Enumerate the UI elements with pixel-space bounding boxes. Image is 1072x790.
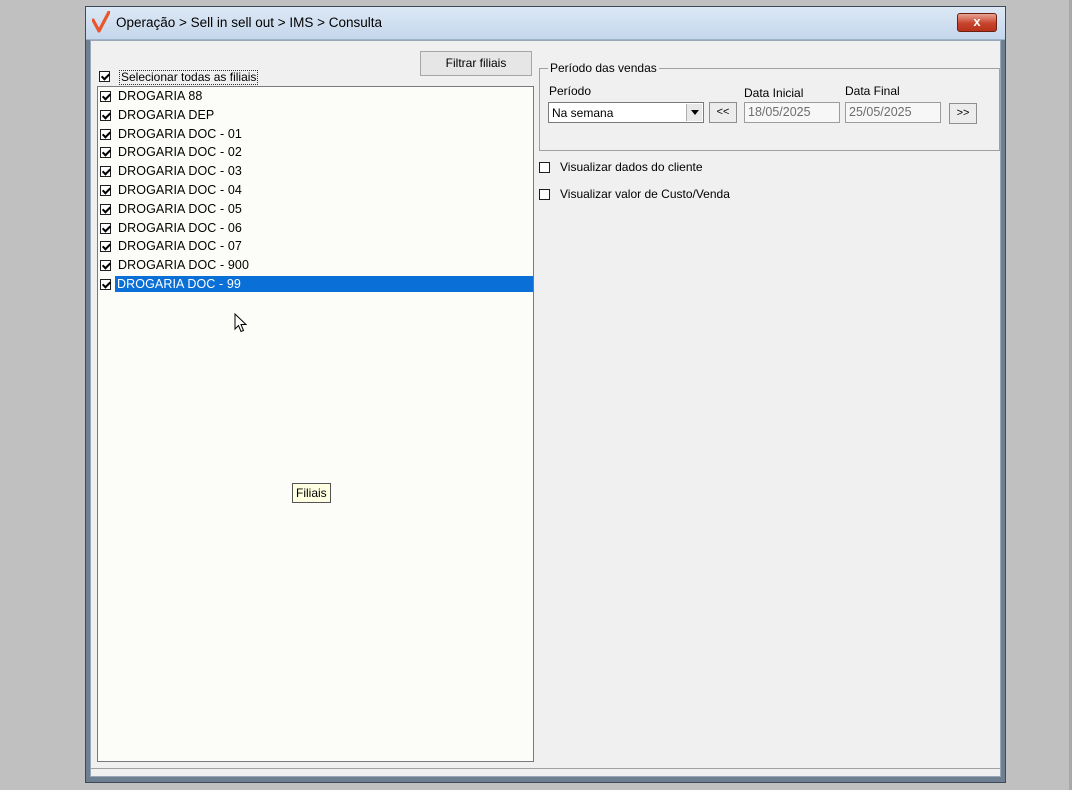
next-period-button[interactable]: >> [949,103,977,124]
visualizar-dados-cliente-label[interactable]: Visualizar dados do cliente [560,160,703,174]
item-label: DROGARIA DOC - 900 [118,258,249,273]
item-label: DROGARIA DEP [118,107,215,122]
data-final-label: Data Final [845,84,900,98]
item-label: DROGARIA DOC - 04 [118,183,242,197]
item-checkbox[interactable] [100,203,111,215]
item-checkbox[interactable] [100,91,111,102]
list-item[interactable]: DROGARIA DOC - 05 [98,200,533,218]
previous-period-button[interactable]: << [709,102,737,123]
item-label: DROGARIA DOC - 01 [118,126,242,141]
close-button[interactable]: x [957,13,997,32]
item-checkbox[interactable] [100,166,111,178]
visualizar-dados-cliente-checkbox[interactable] [539,162,550,173]
item-checkbox[interactable] [100,185,111,196]
list-item[interactable]: DROGARIA DOC - 03 [98,162,533,180]
item-checkbox[interactable] [100,222,111,234]
title-bar[interactable]: Operação > Sell in sell out > IMS > Cons… [86,7,1005,40]
periodo-vendas-group: Período das vendas Período Na semana << … [539,61,1000,151]
mouse-cursor-icon [234,313,248,333]
item-label: DROGARIA DOC - 03 [118,164,242,179]
data-inicial-label: Data Inicial [744,86,804,100]
list-item[interactable]: DROGARIA DOC - 04 [98,181,533,199]
item-label: DROGARIA DOC - 05 [118,201,242,216]
visualizar-custo-venda-label[interactable]: Visualizar valor de Custo/Venda [560,187,730,201]
select-all-label[interactable]: Selecionar todas as filiais [119,70,259,85]
item-checkbox[interactable] [100,260,111,272]
item-label: DROGARIA DOC - 99 [115,276,533,292]
item-label: DROGARIA DOC - 07 [118,239,242,254]
item-checkbox[interactable] [100,147,111,159]
select-all-checkbox[interactable] [99,71,110,82]
list-item[interactable]: DROGARIA DEP [98,106,533,124]
item-checkbox[interactable] [100,128,111,140]
app-logo-icon [92,11,110,33]
item-checkbox[interactable] [100,241,111,253]
consulta-window: Operação > Sell in sell out > IMS > Cons… [85,6,1006,783]
list-item[interactable]: DROGARIA DOC - 02 [98,143,533,161]
item-label: DROGARIA 88 [118,89,203,103]
client-area: Filtrar filiais Selecionar todas as fili… [90,40,1001,777]
list-item[interactable]: DROGARIA DOC - 01 [98,125,533,143]
filiais-tooltip: Filiais [292,483,331,503]
item-label: DROGARIA DOC - 02 [118,145,242,160]
periodo-group-title: Período das vendas [548,61,659,75]
visualizar-custo-venda-checkbox[interactable] [539,189,550,200]
status-bar-divider [91,768,1000,769]
item-label: DROGARIA DOC - 06 [118,220,242,235]
data-final-input[interactable]: 25/05/2025 [845,102,941,123]
item-checkbox[interactable] [100,279,111,290]
list-item[interactable]: DROGARIA 88 [98,87,533,105]
filtrar-filiais-button[interactable]: Filtrar filiais [420,51,532,76]
list-item[interactable]: DROGARIA DOC - 900 [98,256,533,274]
window-title: Operação > Sell in sell out > IMS > Cons… [116,15,383,30]
chevron-down-icon[interactable] [686,104,702,121]
list-item-selected[interactable]: DROGARIA DOC - 99 [98,275,533,293]
periodo-select-value: Na semana [552,106,614,120]
item-checkbox[interactable] [100,109,111,121]
data-inicial-input[interactable]: 18/05/2025 [744,102,840,123]
filiais-list[interactable]: DROGARIA 88 DROGARIA DEP DROGARIA DOC - … [97,86,534,762]
list-item[interactable]: DROGARIA DOC - 07 [98,237,533,255]
periodo-label: Período [549,84,592,98]
list-item[interactable]: DROGARIA DOC - 06 [98,219,533,237]
periodo-select[interactable]: Na semana [548,102,704,123]
